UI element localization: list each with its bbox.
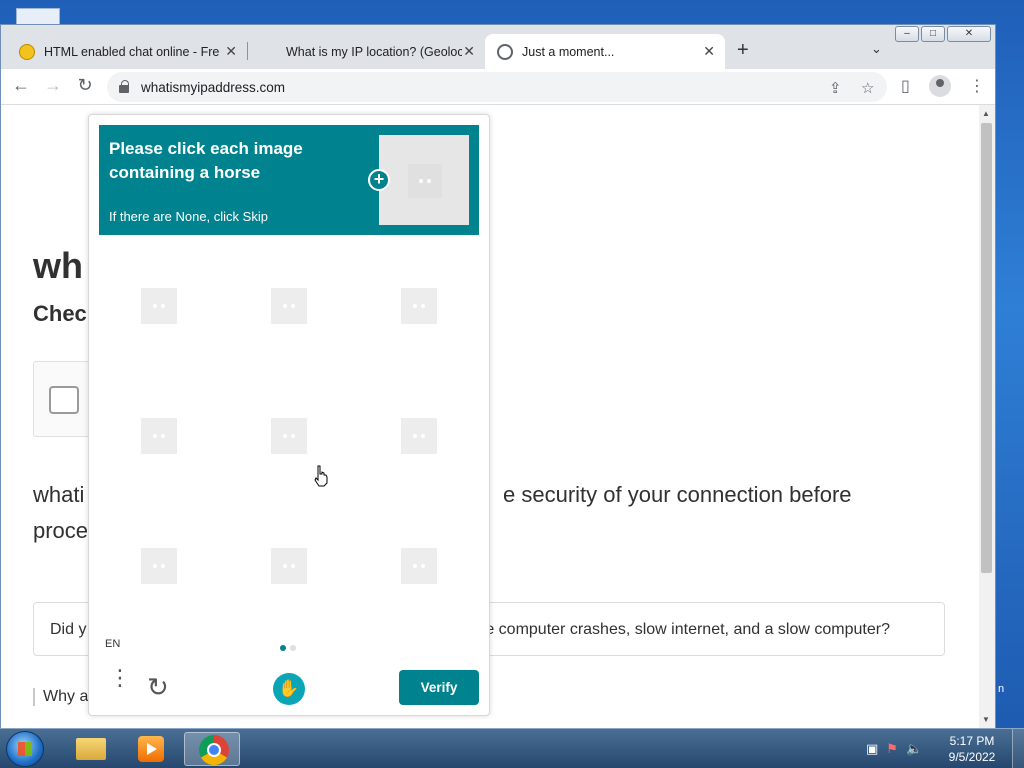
taskbar: ▣⚑🔈 5:17 PM 9/5/2022 <box>0 728 1024 768</box>
clock-time: 5:17 PM <box>949 734 995 748</box>
url-text: whatismyipaddress.com <box>141 79 286 95</box>
close-tab-icon[interactable]: ✕ <box>225 43 237 60</box>
minimize-button[interactable]: – <box>895 26 919 42</box>
menu-icon[interactable]: ⋮ <box>109 667 131 689</box>
tab-just-a-moment[interactable]: Just a moment... ✕ <box>485 34 725 69</box>
taskbar-chrome[interactable] <box>184 732 240 766</box>
maximize-button[interactable]: □ <box>921 26 945 42</box>
challenge-image[interactable] <box>99 373 229 503</box>
image-grid <box>99 243 489 633</box>
browser-toolbar: ← → ↻ whatismyipaddress.com ⇪ ☆ ▯ ⋮ <box>1 69 995 105</box>
verify-button[interactable]: Verify <box>399 670 479 705</box>
challenge-image[interactable] <box>359 503 489 633</box>
loading-placeholder-icon <box>401 288 437 324</box>
lock-icon <box>119 80 129 93</box>
loading-placeholder-icon <box>408 164 442 198</box>
forward-icon[interactable]: → <box>41 75 65 96</box>
tab-title: Just a moment... <box>522 44 615 59</box>
tab-search-button[interactable]: ⌄ <box>871 41 882 57</box>
taskbar-media-player[interactable] <box>122 732 178 766</box>
page-scrollbar[interactable]: ▲ ▼ <box>979 105 995 729</box>
challenge-image[interactable] <box>99 243 229 373</box>
tab-strip: HTML enabled chat online - Free ✕ What i… <box>1 25 995 69</box>
why-heading: Why a <box>33 688 88 706</box>
page-title: wh <box>33 245 83 286</box>
paragraph-fragment: e security of your connection before <box>503 482 852 507</box>
loading-placeholder-icon <box>141 418 177 454</box>
kebab-menu-icon[interactable]: ⋮ <box>969 76 985 96</box>
scroll-down-icon[interactable]: ▼ <box>982 715 990 724</box>
scrollbar-thumb[interactable] <box>981 123 992 573</box>
blank-favicon-icon <box>261 44 277 60</box>
media-player-icon <box>138 736 164 762</box>
window-controls: – □ ✕ <box>895 26 991 42</box>
challenge-image[interactable] <box>229 503 359 633</box>
profile-avatar[interactable] <box>929 75 951 97</box>
loading-placeholder-icon <box>271 288 307 324</box>
tab-title: What is my IP location? (Geoloca <box>286 44 462 59</box>
faq-question: Did y <box>50 621 87 638</box>
folder-icon <box>76 738 106 760</box>
loading-placeholder-icon <box>271 418 307 454</box>
chrome-icon <box>199 735 229 765</box>
show-desktop-button[interactable] <box>1012 729 1024 768</box>
tab-ip-location[interactable]: What is my IP location? (Geoloca ✕ <box>249 34 485 69</box>
loading-placeholder-icon <box>401 418 437 454</box>
new-tab-button[interactable]: + <box>737 39 749 62</box>
network-icon[interactable]: ▣ <box>866 741 886 756</box>
globe-icon <box>497 43 513 60</box>
expand-example-icon[interactable]: + <box>368 169 390 191</box>
challenge-image[interactable] <box>359 243 489 373</box>
verify-checkbox[interactable] <box>49 386 79 414</box>
challenge-prompt: Please click each image containing a hor… <box>99 125 479 235</box>
page-subtitle: Checl <box>33 301 93 326</box>
taskbar-explorer[interactable] <box>62 732 118 766</box>
edge-fragment: n <box>998 683 1005 695</box>
page-indicator-active <box>280 645 286 651</box>
reload-icon[interactable]: ↻ <box>73 75 97 96</box>
side-panel-icon[interactable]: ▯ <box>901 76 910 96</box>
hcaptcha-challenge: Please click each image containing a hor… <box>88 114 490 716</box>
flag-icon[interactable]: ⚑ <box>886 741 906 756</box>
challenge-image[interactable] <box>229 243 359 373</box>
close-tab-icon[interactable]: ✕ <box>463 43 475 60</box>
volume-icon[interactable]: 🔈 <box>906 741 930 756</box>
challenge-image[interactable] <box>229 373 359 503</box>
refresh-icon[interactable]: ↻ <box>147 672 169 703</box>
scroll-up-icon[interactable]: ▲ <box>982 109 990 118</box>
loading-placeholder-icon <box>141 548 177 584</box>
tab-chat[interactable]: HTML enabled chat online - Free ✕ <box>7 34 247 69</box>
challenge-image[interactable] <box>99 503 229 633</box>
language-selector[interactable]: EN <box>105 638 120 650</box>
emoji-favicon-icon <box>19 43 35 60</box>
close-window-button[interactable]: ✕ <box>947 26 991 42</box>
address-bar[interactable]: whatismyipaddress.com ⇪ ☆ <box>107 72 887 102</box>
hcaptcha-logo-icon: ✋ <box>273 673 305 705</box>
loading-placeholder-icon <box>271 548 307 584</box>
close-tab-icon[interactable]: ✕ <box>703 43 715 60</box>
page-indicator <box>290 645 296 651</box>
loading-placeholder-icon <box>141 288 177 324</box>
prompt-title: Please click each image containing a hor… <box>109 139 303 182</box>
tab-title: HTML enabled chat online - Free <box>44 44 220 59</box>
prompt-subtitle: If there are None, click Skip <box>109 209 268 224</box>
back-icon[interactable]: ← <box>9 75 33 96</box>
start-button[interactable] <box>6 731 44 767</box>
loading-placeholder-icon <box>401 548 437 584</box>
bookmark-star-icon[interactable]: ☆ <box>861 79 874 97</box>
challenge-image[interactable] <box>359 373 489 503</box>
paragraph-fragment: whati <box>33 482 85 507</box>
share-icon[interactable]: ⇪ <box>829 79 842 97</box>
faq-question: re computer crashes, slow internet, and … <box>480 621 890 638</box>
clock[interactable]: 5:17 PM 9/5/2022 <box>944 733 1000 765</box>
clock-date: 9/5/2022 <box>948 750 996 764</box>
system-tray: ▣⚑🔈 <box>866 741 930 757</box>
example-image[interactable] <box>379 135 469 225</box>
hand-cursor-icon <box>314 465 328 487</box>
